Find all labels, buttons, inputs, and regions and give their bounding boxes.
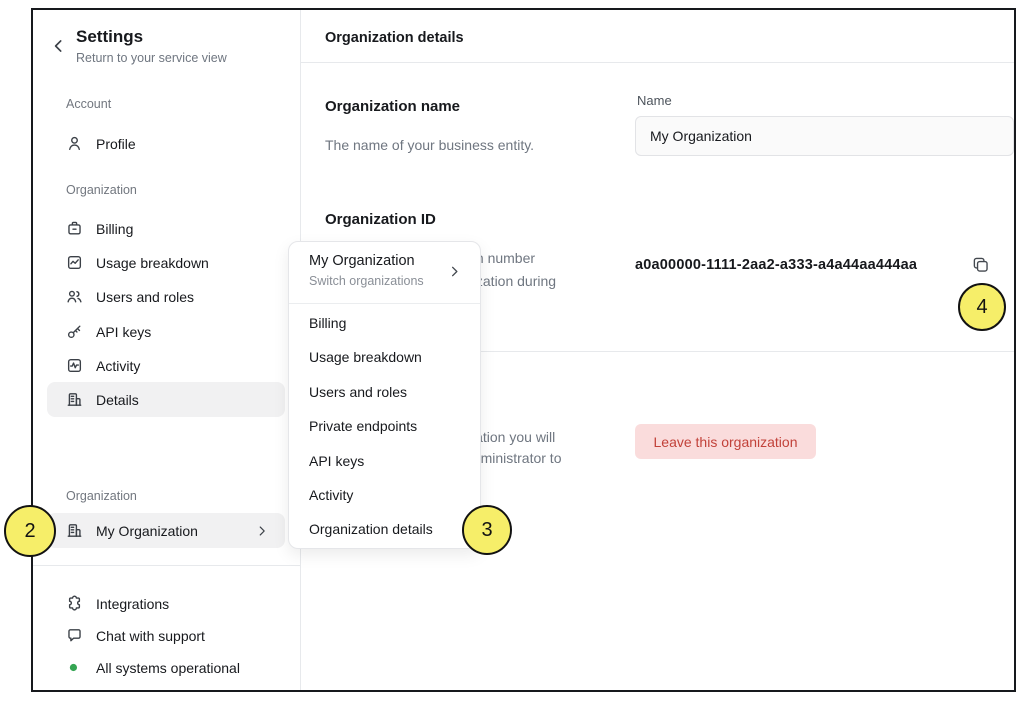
sidebar-item-label: Usage breakdown xyxy=(96,255,209,271)
section-label-organization: Organization xyxy=(66,183,137,197)
organization-name-description: The name of your business entity. xyxy=(325,137,534,153)
settings-page: Settings Return to your service view Acc… xyxy=(0,0,1024,703)
sidebar-item-profile[interactable]: Profile xyxy=(47,126,285,161)
organization-id-heading: Organization ID xyxy=(325,211,436,228)
dropdown-item-users-and-roles[interactable]: Users and roles xyxy=(289,375,480,409)
users-icon xyxy=(66,288,83,305)
chevron-right-icon xyxy=(447,264,462,279)
dropdown-header-my-organization[interactable]: My Organization Switch organizations xyxy=(289,242,480,303)
dropdown-item-billing[interactable]: Billing xyxy=(289,306,480,340)
dropdown-item-private-endpoints[interactable]: Private endpoints xyxy=(289,409,480,443)
annotation-circle-4: 4 xyxy=(958,283,1006,331)
puzzle-icon xyxy=(66,595,83,612)
organization-name-heading: Organization name xyxy=(325,98,460,115)
dropdown-divider xyxy=(289,303,480,304)
organization-name-input[interactable] xyxy=(635,116,1014,156)
sidebar-item-label: Billing xyxy=(96,221,133,237)
chevron-left-icon xyxy=(50,37,68,55)
page-title: Settings xyxy=(76,27,143,47)
key-icon xyxy=(66,323,83,340)
organization-id-value: a0a00000-1111-2aa2-a333-a4a44aa444aa xyxy=(635,257,917,273)
building-icon xyxy=(66,391,83,408)
copy-icon xyxy=(971,255,990,274)
status-dot-icon xyxy=(66,659,83,676)
person-icon xyxy=(66,135,83,152)
usage-chart-icon xyxy=(66,254,83,271)
section-label-organization-switcher: Organization xyxy=(66,489,137,503)
sidebar-item-usage-breakdown[interactable]: Usage breakdown xyxy=(47,245,285,280)
sidebar-item-label: API keys xyxy=(96,324,151,340)
annotation-circle-2: 2 xyxy=(4,505,56,557)
sidebar-item-my-organization[interactable]: My Organization xyxy=(47,513,285,548)
chevron-right-icon xyxy=(255,524,269,538)
name-field-label: Name xyxy=(637,93,672,108)
dropdown-item-usage-breakdown[interactable]: Usage breakdown xyxy=(289,340,480,374)
sidebar-item-label: Profile xyxy=(96,136,136,152)
dropdown-item-organization-details[interactable]: Organization details xyxy=(289,512,480,546)
building-icon xyxy=(66,522,83,539)
chat-bubble-icon xyxy=(66,627,83,644)
sidebar-item-integrations[interactable]: Integrations xyxy=(47,586,285,621)
sidebar-item-label: My Organization xyxy=(96,523,198,539)
sidebar-item-system-status[interactable]: All systems operational xyxy=(47,650,285,685)
section-label-account: Account xyxy=(66,97,111,111)
sidebar-item-label: All systems operational xyxy=(96,660,240,676)
sidebar-item-billing[interactable]: Billing xyxy=(47,211,285,246)
page-subtitle: Return to your service view xyxy=(76,51,227,65)
annotation-circle-3: 3 xyxy=(462,505,512,555)
sidebar-item-label: Details xyxy=(96,392,139,408)
organization-switcher-dropdown: My Organization Switch organizations Bil… xyxy=(288,241,481,549)
activity-icon xyxy=(66,357,83,374)
content-header: Organization details xyxy=(325,30,464,46)
sidebar-item-label: Activity xyxy=(96,358,140,374)
sidebar-item-chat-support[interactable]: Chat with support xyxy=(47,618,285,653)
sidebar-item-api-keys[interactable]: API keys xyxy=(47,314,285,349)
dropdown-org-name: My Organization xyxy=(309,253,415,269)
back-button[interactable] xyxy=(50,37,68,55)
dropdown-items: Billing Usage breakdown Users and roles … xyxy=(289,306,480,547)
billing-icon xyxy=(66,220,83,237)
sidebar-footer-divider xyxy=(33,565,300,566)
copy-id-button[interactable] xyxy=(966,250,994,278)
dropdown-item-activity[interactable]: Activity xyxy=(289,478,480,512)
dropdown-org-subtitle: Switch organizations xyxy=(309,274,424,288)
dropdown-item-api-keys[interactable]: API keys xyxy=(289,444,480,478)
leave-organization-button[interactable]: Leave this organization xyxy=(635,424,816,459)
sidebar-item-details[interactable]: Details xyxy=(47,382,285,417)
sidebar-item-label: Integrations xyxy=(96,596,169,612)
header-divider xyxy=(301,62,1014,63)
sidebar-item-label: Chat with support xyxy=(96,628,205,644)
sidebar-item-activity[interactable]: Activity xyxy=(47,348,285,383)
sidebar-item-users-and-roles[interactable]: Users and roles xyxy=(47,279,285,314)
sidebar-item-label: Users and roles xyxy=(96,289,194,305)
